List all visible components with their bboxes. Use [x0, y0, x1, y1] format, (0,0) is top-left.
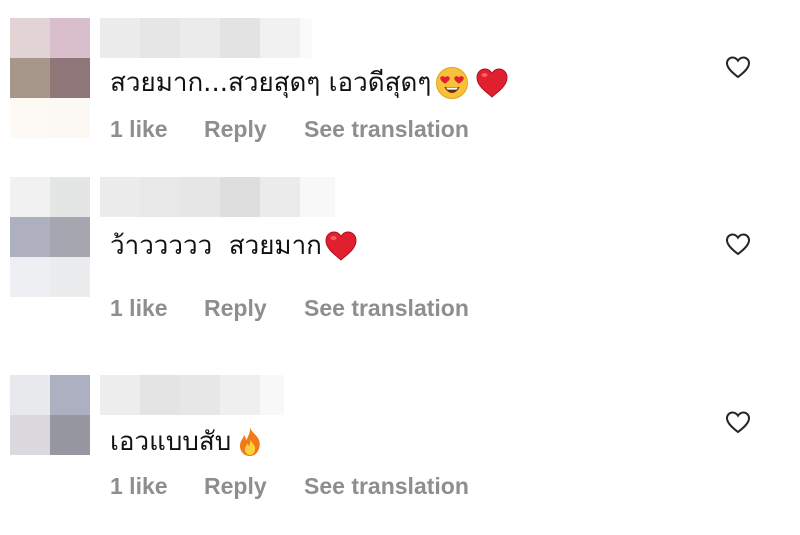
- red-heart-emoji-icon: [324, 229, 358, 263]
- heart-eyes-emoji-icon: [435, 66, 469, 100]
- comment-text: ว้าววววว สวยมาก: [110, 229, 358, 263]
- comment-text: สวยมาก...สวยสุดๆ เอวดีสุดๆ: [110, 66, 509, 100]
- like-heart-icon[interactable]: [723, 52, 753, 82]
- reply-button[interactable]: Reply: [204, 473, 304, 500]
- reply-button[interactable]: Reply: [204, 116, 304, 143]
- comment-item: เอวแบบสับ 1 like Reply See translation: [0, 375, 800, 515]
- comment-meta: 1 like Reply See translation: [110, 295, 469, 322]
- comment-text-content: เอวแบบสับ: [110, 427, 232, 457]
- comment-text-content: สวยมาก...สวยสุดๆ เอวดีสุดๆ: [110, 68, 432, 98]
- see-translation-link[interactable]: See translation: [304, 473, 469, 500]
- like-heart-icon[interactable]: [723, 407, 753, 437]
- reply-button[interactable]: Reply: [204, 295, 304, 322]
- username-blurred[interactable]: [100, 375, 284, 415]
- like-count[interactable]: 1 like: [110, 295, 204, 322]
- comment-text: เอวแบบสับ: [110, 425, 265, 459]
- fire-emoji-icon: [235, 425, 265, 459]
- username-blurred[interactable]: [100, 177, 335, 217]
- username-blurred[interactable]: [100, 18, 312, 58]
- see-translation-link[interactable]: See translation: [304, 116, 469, 143]
- red-heart-emoji-icon: [475, 66, 509, 100]
- see-translation-link[interactable]: See translation: [304, 295, 469, 322]
- comment-text-content: ว้าววววว สวยมาก: [110, 231, 322, 261]
- avatar[interactable]: [10, 375, 90, 455]
- comment-meta: 1 like Reply See translation: [110, 473, 469, 500]
- like-heart-icon[interactable]: [723, 229, 753, 259]
- comment-meta: 1 like Reply See translation: [110, 116, 469, 143]
- comment-item: ว้าววววว สวยมาก 1 like Reply See transla…: [0, 177, 800, 321]
- like-count[interactable]: 1 like: [110, 473, 204, 500]
- comment-item: สวยมาก...สวยสุดๆ เอวดีสุดๆ 1 like Reply …: [0, 18, 800, 158]
- avatar[interactable]: [10, 18, 90, 138]
- like-count[interactable]: 1 like: [110, 116, 204, 143]
- avatar[interactable]: [10, 177, 90, 297]
